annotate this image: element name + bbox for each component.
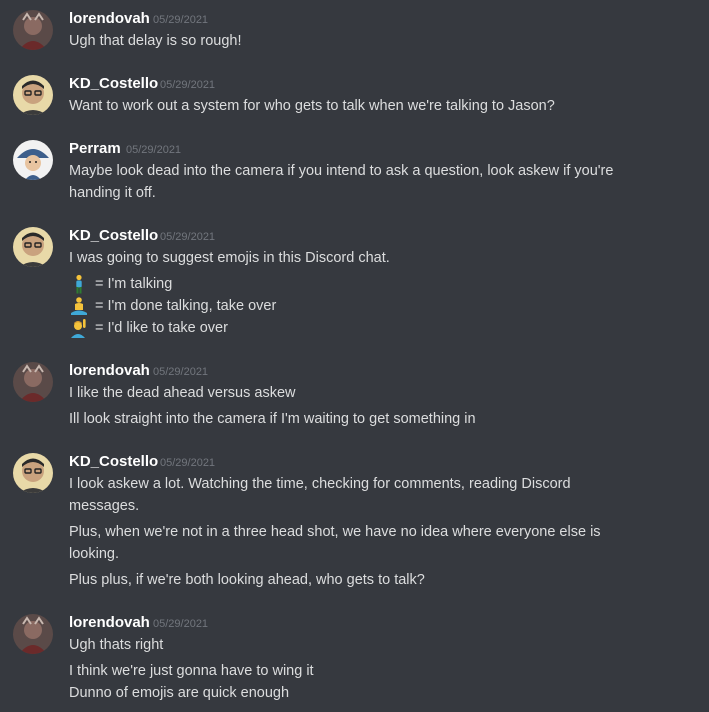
message-timestamp: 05/29/2021 [153,366,209,378]
message-author[interactable]: lorendovah [69,614,150,632]
message-text: messages. [69,498,140,514]
message-timestamp: 05/29/2021 [153,14,209,26]
message-text: looking. [69,546,119,562]
message-text: I like the dead ahead versus askew [69,385,296,401]
message-text: Ugh that delay is so rough! [69,33,242,49]
kd-costello-avatar[interactable] [13,453,53,493]
message-text: Ugh thats right [69,637,164,653]
message-text: Ill look straight into the camera if I'm… [69,411,476,427]
message-timestamp: 05/29/2021 [160,79,216,91]
person-in-lotus-position-emoji [69,296,89,316]
message-text: Plus plus, if we're both looking ahead, … [69,572,425,588]
emoji-legend-text: = I'm talking [95,276,173,292]
kd-costello-avatar[interactable] [13,227,53,267]
message-author[interactable]: KD_Costello [69,453,158,471]
lorendovah-avatar[interactable] [13,10,53,50]
emoji-legend-row: = I'm done talking, take over [69,295,276,317]
message-author[interactable]: KD_Costello [69,75,158,93]
message-timestamp: 05/29/2021 [126,144,182,156]
person-standing-emoji [69,274,89,294]
kd-costello-avatar[interactable] [13,75,53,115]
emoji-legend-text: = I'd like to take over [95,320,228,336]
message-timestamp: 05/29/2021 [153,618,209,630]
emoji-legend-row: = I'm talking [69,273,172,295]
emoji-legend-row: = I'd like to take over [69,317,228,339]
message-author[interactable]: KD_Costello [69,227,158,245]
person-raising-hand-emoji [69,318,89,338]
message-text: Maybe look dead into the camera if you i… [69,163,614,179]
perram-avatar[interactable] [13,140,53,180]
message-timestamp: 05/29/2021 [160,457,216,469]
message-text: I look askew a lot. Watching the time, c… [69,476,571,492]
message-text: Plus, when we're not in a three head sho… [69,524,601,540]
message-text: I was going to suggest emojis in this Di… [69,250,390,266]
lorendovah-avatar[interactable] [13,614,53,654]
message-text: Dunno of emojis are quick enough [69,685,290,701]
message-text: Want to work out a system for who gets t… [69,98,555,114]
message-timestamp: 05/29/2021 [160,231,216,243]
message-text: I think we're just gonna have to wing it [69,663,314,679]
message-author[interactable]: lorendovah [69,10,150,28]
message-text: handing it off. [69,185,156,201]
lorendovah-avatar[interactable] [13,362,53,402]
message-author[interactable]: lorendovah [69,362,150,380]
message-author[interactable]: Perram [69,140,121,158]
emoji-legend-text: = I'm done talking, take over [95,298,277,314]
